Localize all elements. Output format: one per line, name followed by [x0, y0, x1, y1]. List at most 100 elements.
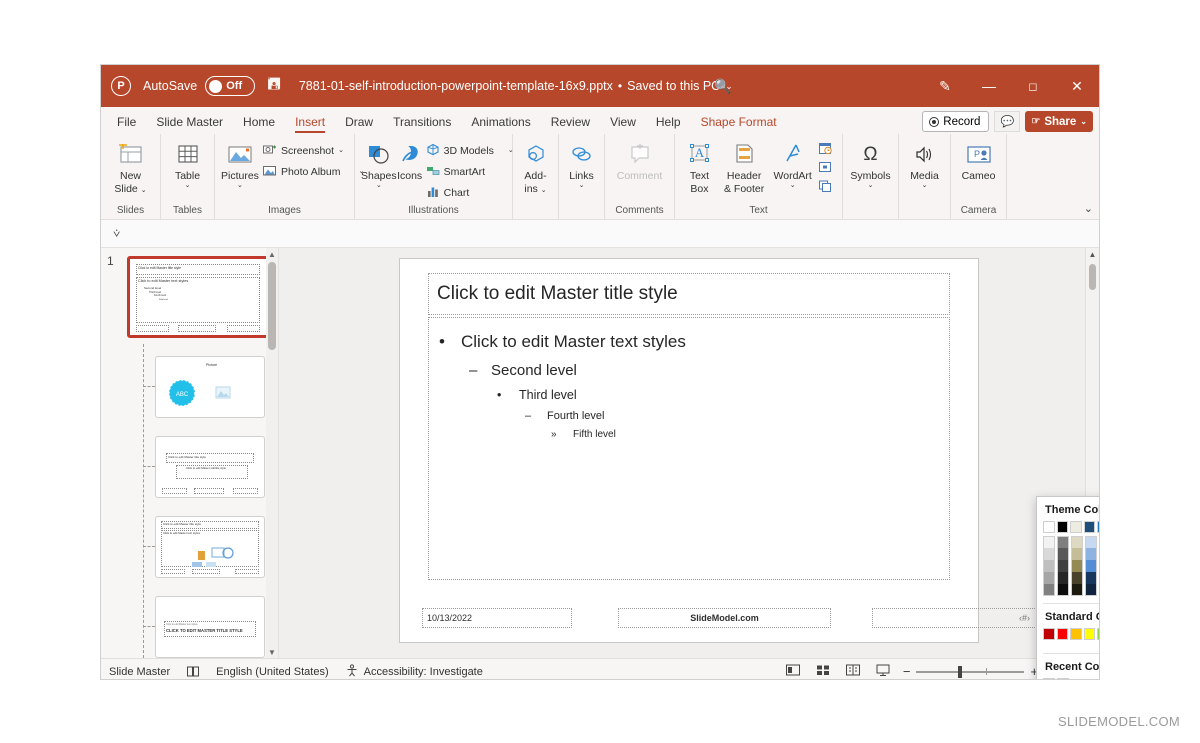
theme-color-swatch-1[interactable]: [1057, 521, 1069, 533]
theme-variant-swatch-3-0[interactable]: [1085, 536, 1097, 548]
slide-scroll-thumb[interactable]: [1089, 264, 1096, 290]
tab-home[interactable]: Home: [233, 112, 285, 134]
tab-help[interactable]: Help: [646, 112, 691, 134]
zoom-out-button[interactable]: −: [903, 664, 911, 679]
standard-color-swatch-3[interactable]: [1084, 628, 1096, 640]
theme-variant-swatch-1-0[interactable]: [1057, 536, 1069, 548]
theme-variant-swatch-4-4[interactable]: [1099, 584, 1100, 596]
theme-variant-swatch-1-2[interactable]: [1057, 560, 1069, 572]
close-button[interactable]: ✕: [1055, 65, 1099, 107]
slide-thumbnail-pane[interactable]: 1 Click to edit Master title style Click…: [101, 248, 279, 658]
theme-variant-swatch-3-4[interactable]: [1085, 584, 1097, 596]
theme-variant-swatch-4-0[interactable]: [1099, 536, 1100, 548]
theme-variant-swatch-0-0[interactable]: [1043, 536, 1055, 548]
autosave-toggle[interactable]: Off: [205, 76, 255, 96]
thumbnail-scrollbar[interactable]: ▲ ▼: [266, 248, 278, 658]
share-button[interactable]: ☞ Share ⌄: [1025, 111, 1093, 132]
photo-album-button[interactable]: Photo Album ⌄: [259, 161, 367, 182]
slide-footer-number-placeholder[interactable]: ‹#›: [872, 608, 1037, 628]
record-button[interactable]: Record: [922, 111, 989, 132]
theme-color-swatch-0[interactable]: [1043, 521, 1055, 533]
maximize-button[interactable]: ◻: [1011, 65, 1055, 107]
slide-body-placeholder[interactable]: • Click to edit Master text styles – Sec…: [428, 317, 950, 580]
theme-color-swatch-4[interactable]: [1097, 521, 1100, 533]
thumbnail-layout-section-header[interactable]: Click to edit Master text styles CLICK T…: [155, 596, 265, 658]
tab-view[interactable]: View: [600, 112, 646, 134]
theme-variant-swatch-0-1[interactable]: [1043, 548, 1055, 560]
overflow-icon[interactable]: ⩒: [113, 226, 120, 241]
tab-animations[interactable]: Animations: [461, 112, 540, 134]
shapes-button[interactable]: Shapes ⌄: [361, 137, 397, 189]
symbols-button[interactable]: Ω Symbols ⌄: [849, 137, 892, 189]
tab-slide-master[interactable]: Slide Master: [146, 112, 233, 134]
theme-variant-swatch-1-4[interactable]: [1057, 584, 1069, 596]
icons-button[interactable]: Icons: [397, 137, 423, 182]
thumbnail-scroll-down-icon[interactable]: ▼: [266, 646, 278, 658]
comment-icon[interactable]: 💬: [994, 111, 1020, 132]
date-time-button[interactable]: [815, 140, 836, 158]
new-slide-button[interactable]: New Slide ⌄: [107, 137, 154, 195]
header-footer-button[interactable]: Header & Footer: [718, 137, 770, 195]
search-icon[interactable]: 🔍: [703, 78, 743, 95]
zoom-knob[interactable]: [958, 666, 962, 678]
ink-pen-icon[interactable]: ✎: [923, 65, 967, 107]
object-button[interactable]: [815, 178, 836, 196]
tab-shape-format[interactable]: Shape Format: [691, 112, 787, 134]
table-button[interactable]: Table ⌄: [167, 137, 208, 189]
theme-variant-swatch-3-1[interactable]: [1085, 548, 1097, 560]
slide-number-button[interactable]: [815, 159, 836, 177]
recent-color-swatch-1[interactable]: [1057, 678, 1069, 680]
theme-variant-swatch-2-3[interactable]: [1071, 572, 1083, 584]
tab-insert[interactable]: Insert: [285, 112, 335, 134]
thumbnail-layout-title[interactable]: Click to edit Master title style Click t…: [155, 436, 265, 498]
slide-canvas[interactable]: Click to edit Master title style • Click…: [399, 258, 979, 643]
media-button[interactable]: Media ⌄: [905, 137, 944, 189]
theme-variant-swatch-4-3[interactable]: [1099, 572, 1100, 584]
ribbon-collapse-button[interactable]: ⌄: [1084, 202, 1093, 215]
text-box-button[interactable]: A Text Box: [681, 137, 718, 195]
theme-variant-swatch-2-2[interactable]: [1071, 560, 1083, 572]
wordart-button[interactable]: WordArt ⌄: [770, 137, 815, 189]
theme-variant-swatch-2-0[interactable]: [1071, 536, 1083, 548]
chart-button[interactable]: Chart: [423, 182, 517, 203]
recent-color-swatch-0[interactable]: [1043, 678, 1055, 680]
notes-icon[interactable]: [186, 665, 200, 678]
theme-variant-swatch-2-1[interactable]: [1071, 548, 1083, 560]
tab-file[interactable]: File: [107, 112, 146, 134]
links-button[interactable]: Links ⌄: [565, 137, 598, 189]
slide-footer-date-placeholder[interactable]: 10/13/2022: [422, 608, 572, 628]
standard-color-swatch-2[interactable]: [1070, 628, 1082, 640]
standard-color-swatch-4[interactable]: [1097, 628, 1100, 640]
theme-variant-swatch-0-4[interactable]: [1043, 584, 1055, 596]
smartart-button[interactable]: SmartArt: [423, 161, 517, 182]
status-language[interactable]: English (United States): [216, 666, 329, 678]
3d-models-button[interactable]: 3D Models ⌄: [423, 140, 517, 161]
theme-color-swatch-2[interactable]: [1070, 521, 1082, 533]
theme-variant-swatch-0-3[interactable]: [1043, 572, 1055, 584]
tab-draw[interactable]: Draw: [335, 112, 383, 134]
theme-variant-swatch-2-4[interactable]: [1071, 584, 1083, 596]
font-color-dropdown[interactable]: Theme Colors Standard Colors Recent Colo…: [1036, 496, 1100, 680]
standard-color-swatch-0[interactable]: [1043, 628, 1055, 640]
thumbnail-scroll-up-icon[interactable]: ▲: [266, 248, 278, 260]
thumbnail-layout-picture[interactable]: Picture ABC: [155, 356, 265, 418]
save-icon[interactable]: 🖪: [267, 73, 281, 100]
theme-variant-swatch-4-2[interactable]: [1099, 560, 1100, 572]
screenshot-button[interactable]: Screenshot ⌄: [259, 140, 367, 161]
zoom-track[interactable]: [916, 671, 1024, 673]
zoom-slider[interactable]: − +: [903, 664, 1038, 679]
minimize-button[interactable]: —: [967, 65, 1011, 107]
reading-view-icon[interactable]: [843, 663, 863, 680]
slide-title-placeholder[interactable]: Click to edit Master title style: [428, 273, 950, 315]
cameo-button[interactable]: P Cameo: [957, 137, 1000, 182]
theme-variant-swatch-3-2[interactable]: [1085, 560, 1097, 572]
theme-variant-swatch-4-1[interactable]: [1099, 548, 1100, 560]
thumbnail-scroll-thumb[interactable]: [268, 262, 276, 350]
tab-transitions[interactable]: Transitions: [383, 112, 461, 134]
theme-color-swatch-3[interactable]: [1084, 521, 1096, 533]
accessibility-status[interactable]: Accessibility: Investigate: [345, 664, 483, 680]
theme-variant-swatch-0-2[interactable]: [1043, 560, 1055, 572]
standard-color-swatch-1[interactable]: [1057, 628, 1069, 640]
tab-review[interactable]: Review: [541, 112, 600, 134]
slide-show-icon[interactable]: [873, 663, 893, 680]
